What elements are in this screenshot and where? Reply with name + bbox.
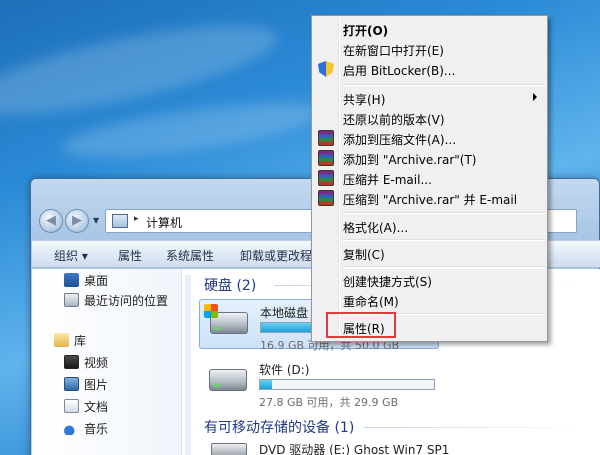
search-input[interactable] bbox=[547, 209, 577, 233]
drive-name: 软件 (D:) bbox=[259, 363, 310, 377]
computer-icon bbox=[112, 214, 128, 228]
sidebar-item-label: 库 bbox=[74, 334, 87, 348]
menu-item-rename[interactable]: 重命名(M) bbox=[314, 290, 545, 310]
menu-separator bbox=[342, 212, 545, 214]
sidebar-item-label: 最近访问的位置 bbox=[84, 294, 169, 308]
menu-item-label: 打开(O) bbox=[343, 24, 389, 38]
winrar-icon bbox=[318, 150, 334, 166]
menu-item-open[interactable]: 打开(O) bbox=[314, 19, 545, 39]
menu-item-label: 复制(C) bbox=[343, 248, 385, 262]
winrar-icon bbox=[318, 170, 334, 186]
context-menu: 打开(O) 在新窗口中打开(E) 启用 BitLocker(B)... 共享(H… bbox=[311, 15, 548, 342]
menu-item-label: 启用 BitLocker(B)... bbox=[343, 64, 456, 78]
properties-button[interactable]: 属性 bbox=[118, 247, 142, 264]
drive-usage-bar bbox=[259, 379, 435, 390]
winrar-icon bbox=[318, 130, 334, 146]
desktop-icon bbox=[64, 273, 79, 287]
menu-item-label: 格式化(A)... bbox=[343, 221, 409, 235]
sidebar-item-label: 文档 bbox=[84, 400, 109, 414]
dvd-drive-icon bbox=[211, 443, 247, 455]
recent-pages-dropdown-icon[interactable]: ▼ bbox=[93, 216, 99, 225]
menu-item-label: 添加到 "Archive.rar"(T) bbox=[343, 153, 477, 167]
menu-item-compress-to-rar-and-email[interactable]: 压缩到 "Archive.rar" 并 E-mail bbox=[314, 188, 545, 208]
organize-button[interactable]: 组织 ▾ bbox=[54, 247, 88, 264]
menu-item-create-shortcut[interactable]: 创建快捷方式(S) bbox=[314, 270, 545, 290]
drive-d[interactable]: 软件 (D:) 27.8 GB 可用，共 29.9 GB bbox=[199, 357, 439, 409]
group-divider bbox=[364, 427, 584, 428]
menu-separator bbox=[342, 84, 545, 86]
breadcrumb-chevron-icon[interactable]: ▸ bbox=[134, 214, 139, 224]
navigation-pane-scrollbar[interactable] bbox=[185, 275, 191, 455]
recent-places-icon bbox=[64, 293, 79, 307]
navigation-pane: 桌面 最近访问的位置 库 视频 图片 文档 音乐 bbox=[32, 269, 182, 455]
drive-usage-fill bbox=[260, 380, 273, 389]
menu-item-copy[interactable]: 复制(C) bbox=[314, 243, 545, 263]
menu-item-label: 创建快捷方式(S) bbox=[343, 275, 432, 289]
windows-logo-icon bbox=[204, 304, 218, 318]
hard-disks-group-title[interactable]: 硬盘 (2) bbox=[204, 275, 256, 295]
video-icon bbox=[64, 355, 79, 369]
winrar-icon bbox=[318, 190, 334, 206]
menu-item-label: 共享(H) bbox=[343, 93, 386, 107]
hard-drive-icon bbox=[209, 369, 247, 391]
menu-item-bitlocker[interactable]: 启用 BitLocker(B)... bbox=[314, 59, 545, 79]
address-path[interactable]: 计算机 bbox=[146, 214, 182, 231]
menu-item-add-to-archive[interactable]: 添加到压缩文件(A)... bbox=[314, 128, 545, 148]
menu-item-share[interactable]: 共享(H) bbox=[314, 88, 545, 108]
documents-icon bbox=[64, 399, 79, 413]
pictures-icon bbox=[64, 377, 79, 391]
drive-free-space: 27.8 GB 可用，共 29.9 GB bbox=[259, 396, 399, 409]
menu-item-restore-previous-versions[interactable]: 还原以前的版本(V) bbox=[314, 108, 545, 128]
sidebar-item-label: 图片 bbox=[84, 378, 109, 392]
menu-item-open-new-window[interactable]: 在新窗口中打开(E) bbox=[314, 39, 545, 59]
menu-item-label: 还原以前的版本(V) bbox=[343, 113, 445, 127]
music-icon bbox=[64, 421, 79, 435]
menu-item-label: 压缩并 E-mail... bbox=[343, 173, 432, 187]
menu-item-label: 在新窗口中打开(E) bbox=[343, 44, 444, 58]
menu-item-compress-and-email[interactable]: 压缩并 E-mail... bbox=[314, 168, 545, 188]
menu-item-label: 重命名(M) bbox=[343, 295, 399, 309]
shield-icon bbox=[318, 61, 334, 77]
menu-item-add-to-archive-rar[interactable]: 添加到 "Archive.rar"(T) bbox=[314, 148, 545, 168]
sidebar-item-label: 桌面 bbox=[84, 274, 109, 288]
menu-separator bbox=[342, 239, 545, 241]
forward-button[interactable]: ▶ bbox=[65, 209, 89, 233]
menu-item-label: 压缩到 "Archive.rar" 并 E-mail bbox=[343, 193, 518, 207]
submenu-arrow-icon bbox=[533, 93, 537, 101]
sidebar-item-label: 视频 bbox=[84, 356, 109, 370]
properties-highlight-box bbox=[326, 312, 396, 338]
drive-name: DVD 驱动器 (E:) Ghost Win7 SP1 bbox=[259, 443, 450, 455]
library-icon bbox=[54, 333, 69, 347]
sidebar-item-label: 音乐 bbox=[84, 422, 109, 436]
menu-item-format[interactable]: 格式化(A)... bbox=[314, 216, 545, 236]
system-properties-button[interactable]: 系统属性 bbox=[166, 247, 214, 264]
removable-storage-group-title[interactable]: 有可移动存储的设备 (1) bbox=[204, 417, 354, 437]
drive-dvd[interactable]: DVD 驱动器 (E:) Ghost Win7 SP1 bbox=[199, 437, 449, 455]
menu-separator bbox=[342, 266, 545, 268]
menu-item-label: 添加到压缩文件(A)... bbox=[343, 133, 457, 147]
back-button[interactable]: ◀ bbox=[39, 209, 63, 233]
